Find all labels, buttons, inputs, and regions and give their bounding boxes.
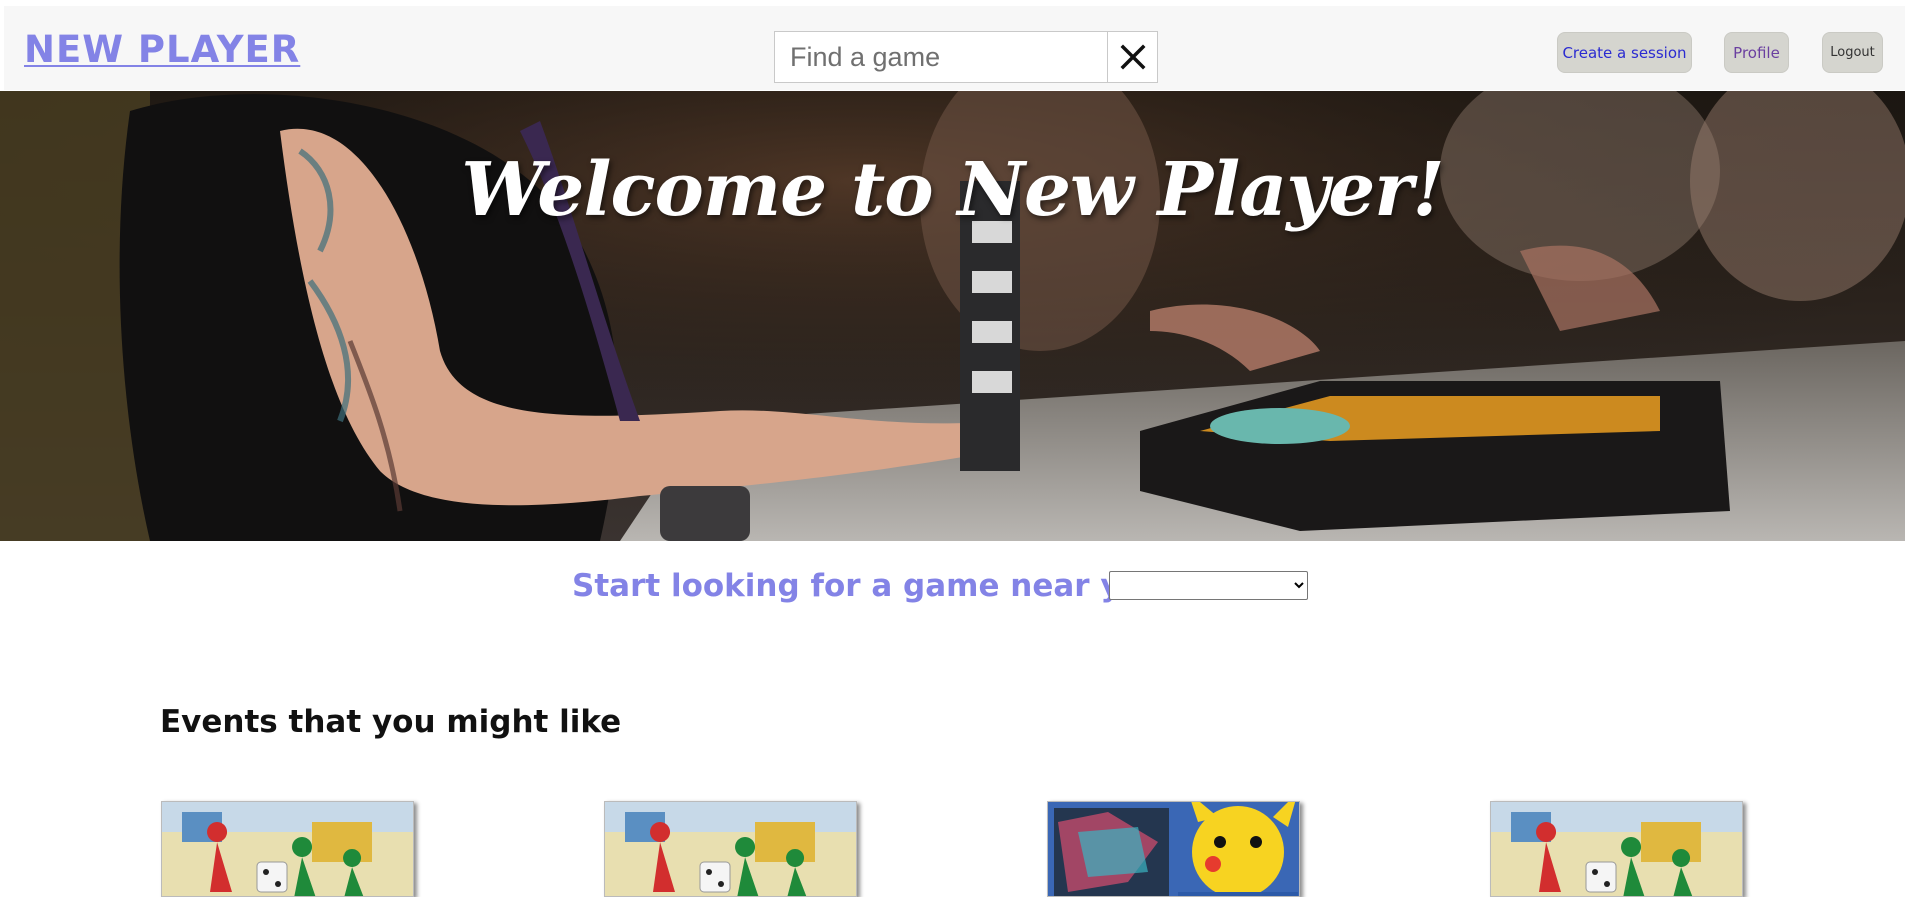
logout-button[interactable]: Logout [1822, 32, 1883, 73]
event-card[interactable] [161, 801, 414, 897]
event-card[interactable] [604, 801, 857, 897]
events-section-title: Events that you might like [160, 704, 622, 740]
profile-button[interactable]: Profile [1724, 32, 1789, 73]
event-card[interactable] [1047, 801, 1300, 897]
board-game-pawns-image [605, 802, 856, 896]
create-session-button[interactable]: Create a session [1557, 32, 1692, 73]
search-clear-button[interactable] [1107, 32, 1157, 82]
top-navbar: NEW PLAYER Create a session Profile Logo… [4, 6, 1905, 90]
event-card[interactable] [1490, 801, 1743, 897]
location-select[interactable] [1109, 571, 1308, 600]
hero-banner: Welcome to New Player! [0, 91, 1905, 541]
location-prompt-label: Start looking for a game near you: [572, 568, 1177, 604]
search-input[interactable] [775, 32, 1107, 82]
search-box [774, 31, 1158, 83]
board-game-pawns-image [1491, 802, 1742, 896]
brand-logo-link[interactable]: NEW PLAYER [24, 28, 300, 71]
close-icon [1120, 44, 1145, 70]
hero-title: Welcome to New Player! [461, 147, 1445, 233]
pokemon-cards-image [1048, 802, 1299, 896]
board-game-pawns-image [162, 802, 413, 896]
